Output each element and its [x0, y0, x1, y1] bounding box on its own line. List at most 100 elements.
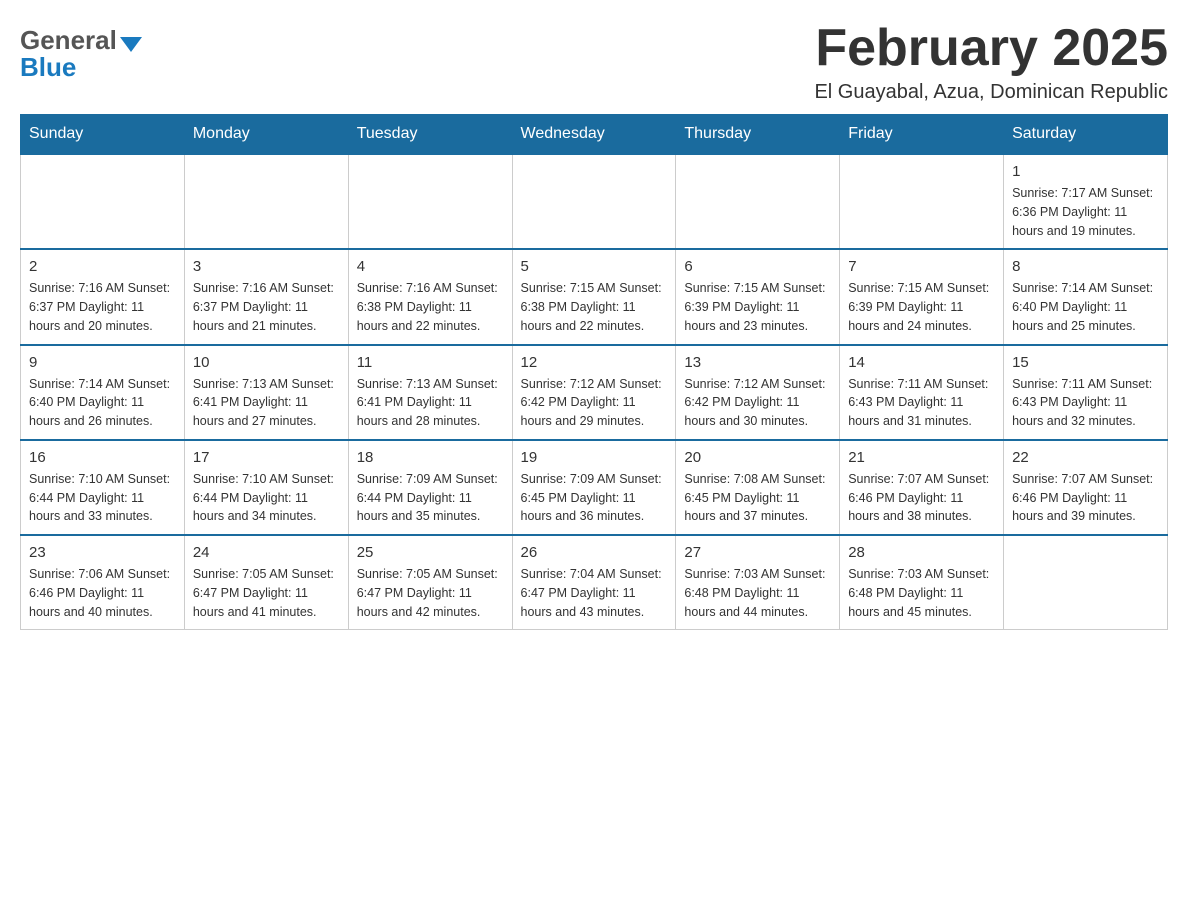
day-info: Sunrise: 7:07 AM Sunset: 6:46 PM Dayligh…	[848, 470, 995, 526]
day-info: Sunrise: 7:16 AM Sunset: 6:37 PM Dayligh…	[193, 279, 340, 335]
day-info: Sunrise: 7:12 AM Sunset: 6:42 PM Dayligh…	[684, 375, 831, 431]
weekday-header-thursday: Thursday	[676, 115, 840, 155]
day-number: 16	[29, 449, 176, 466]
weekday-header-row: SundayMondayTuesdayWednesdayThursdayFrid…	[21, 115, 1168, 155]
page-header: General Blue February 2025 El Guayabal, …	[20, 20, 1168, 104]
day-info: Sunrise: 7:16 AM Sunset: 6:37 PM Dayligh…	[29, 279, 176, 335]
day-number: 7	[848, 258, 995, 275]
calendar-week-4: 16 Sunrise: 7:10 AM Sunset: 6:44 PM Dayli…	[21, 440, 1168, 535]
day-number: 13	[684, 354, 831, 371]
calendar-cell	[512, 154, 676, 249]
title-section: February 2025 El Guayabal, Azua, Dominic…	[814, 20, 1168, 104]
day-number: 12	[521, 354, 668, 371]
day-info: Sunrise: 7:10 AM Sunset: 6:44 PM Dayligh…	[193, 470, 340, 526]
calendar-cell: 11 Sunrise: 7:13 AM Sunset: 6:41 PM Dayli…	[348, 345, 512, 440]
day-number: 1	[1012, 163, 1159, 180]
day-number: 6	[684, 258, 831, 275]
calendar-table: SundayMondayTuesdayWednesdayThursdayFrid…	[20, 114, 1168, 630]
weekday-header-saturday: Saturday	[1004, 115, 1168, 155]
weekday-header-wednesday: Wednesday	[512, 115, 676, 155]
day-number: 5	[521, 258, 668, 275]
logo-text-blue: Blue	[20, 52, 76, 83]
calendar-cell: 18Sunrise: 7:09 AM Sunset: 6:44 PM Dayli…	[348, 440, 512, 535]
day-number: 11	[357, 354, 504, 371]
day-number: 22	[1012, 449, 1159, 466]
calendar-cell: 23 Sunrise: 7:06 AM Sunset: 6:46 PM Dayli…	[21, 535, 185, 630]
day-info: Sunrise: 7:07 AM Sunset: 6:46 PM Dayligh…	[1012, 470, 1159, 526]
day-number: 28	[848, 544, 995, 561]
calendar-cell: 12 Sunrise: 7:12 AM Sunset: 6:42 PM Dayli…	[512, 345, 676, 440]
day-number: 23	[29, 544, 176, 561]
day-info: Sunrise: 7:13 AM Sunset: 6:41 PM Dayligh…	[193, 375, 340, 431]
day-number: 20	[684, 449, 831, 466]
weekday-header-friday: Friday	[840, 115, 1004, 155]
day-info: Sunrise: 7:17 AM Sunset: 6:36 PM Dayligh…	[1012, 184, 1159, 240]
calendar-cell: 28 Sunrise: 7:03 AM Sunset: 6:48 PM Dayli…	[840, 535, 1004, 630]
day-info: Sunrise: 7:11 AM Sunset: 6:43 PM Dayligh…	[848, 375, 995, 431]
day-info: Sunrise: 7:06 AM Sunset: 6:46 PM Dayligh…	[29, 565, 176, 621]
logo: General Blue	[20, 20, 142, 83]
day-number: 14	[848, 354, 995, 371]
calendar-week-2: 2 Sunrise: 7:16 AM Sunset: 6:37 PM Daylig…	[21, 249, 1168, 344]
day-number: 17	[193, 449, 340, 466]
calendar-cell: 17 Sunrise: 7:10 AM Sunset: 6:44 PM Dayli…	[184, 440, 348, 535]
day-info: Sunrise: 7:09 AM Sunset: 6:44 PM Dayligh…	[357, 470, 504, 526]
calendar-cell: 27 Sunrise: 7:03 AM Sunset: 6:48 PM Dayli…	[676, 535, 840, 630]
day-number: 3	[193, 258, 340, 275]
day-info: Sunrise: 7:16 AM Sunset: 6:38 PM Dayligh…	[357, 279, 504, 335]
calendar-cell: 2 Sunrise: 7:16 AM Sunset: 6:37 PM Daylig…	[21, 249, 185, 344]
day-number: 9	[29, 354, 176, 371]
calendar-cell: 7Sunrise: 7:15 AM Sunset: 6:39 PM Daylig…	[840, 249, 1004, 344]
calendar-cell: 9 Sunrise: 7:14 AM Sunset: 6:40 PM Daylig…	[21, 345, 185, 440]
calendar-week-5: 23 Sunrise: 7:06 AM Sunset: 6:46 PM Dayli…	[21, 535, 1168, 630]
day-number: 26	[521, 544, 668, 561]
weekday-header-monday: Monday	[184, 115, 348, 155]
day-number: 27	[684, 544, 831, 561]
calendar-cell: 26 Sunrise: 7:04 AM Sunset: 6:47 PM Dayli…	[512, 535, 676, 630]
calendar-cell: 14 Sunrise: 7:11 AM Sunset: 6:43 PM Dayli…	[840, 345, 1004, 440]
calendar-week-3: 9 Sunrise: 7:14 AM Sunset: 6:40 PM Daylig…	[21, 345, 1168, 440]
weekday-header-tuesday: Tuesday	[348, 115, 512, 155]
day-info: Sunrise: 7:13 AM Sunset: 6:41 PM Dayligh…	[357, 375, 504, 431]
day-info: Sunrise: 7:12 AM Sunset: 6:42 PM Dayligh…	[521, 375, 668, 431]
calendar-cell	[676, 154, 840, 249]
day-number: 8	[1012, 258, 1159, 275]
logo-triangle-icon	[120, 37, 142, 52]
day-info: Sunrise: 7:05 AM Sunset: 6:47 PM Dayligh…	[357, 565, 504, 621]
calendar-cell	[21, 154, 185, 249]
day-info: Sunrise: 7:14 AM Sunset: 6:40 PM Dayligh…	[1012, 279, 1159, 335]
day-number: 2	[29, 258, 176, 275]
day-info: Sunrise: 7:04 AM Sunset: 6:47 PM Dayligh…	[521, 565, 668, 621]
calendar-cell: 10 Sunrise: 7:13 AM Sunset: 6:41 PM Dayli…	[184, 345, 348, 440]
day-info: Sunrise: 7:05 AM Sunset: 6:47 PM Dayligh…	[193, 565, 340, 621]
calendar-cell: 15Sunrise: 7:11 AM Sunset: 6:43 PM Dayli…	[1004, 345, 1168, 440]
calendar-cell: 13 Sunrise: 7:12 AM Sunset: 6:42 PM Dayli…	[676, 345, 840, 440]
day-number: 15	[1012, 354, 1159, 371]
day-info: Sunrise: 7:15 AM Sunset: 6:38 PM Dayligh…	[521, 279, 668, 335]
day-number: 10	[193, 354, 340, 371]
day-info: Sunrise: 7:08 AM Sunset: 6:45 PM Dayligh…	[684, 470, 831, 526]
day-number: 25	[357, 544, 504, 561]
calendar-cell: 3 Sunrise: 7:16 AM Sunset: 6:37 PM Daylig…	[184, 249, 348, 344]
calendar-cell: 4 Sunrise: 7:16 AM Sunset: 6:38 PM Daylig…	[348, 249, 512, 344]
day-info: Sunrise: 7:03 AM Sunset: 6:48 PM Dayligh…	[848, 565, 995, 621]
day-number: 21	[848, 449, 995, 466]
calendar-cell: 5 Sunrise: 7:15 AM Sunset: 6:38 PM Daylig…	[512, 249, 676, 344]
calendar-cell: 16 Sunrise: 7:10 AM Sunset: 6:44 PM Dayli…	[21, 440, 185, 535]
calendar-cell: 24 Sunrise: 7:05 AM Sunset: 6:47 PM Dayli…	[184, 535, 348, 630]
calendar-cell: 8 Sunrise: 7:14 AM Sunset: 6:40 PM Daylig…	[1004, 249, 1168, 344]
calendar-cell: 20 Sunrise: 7:08 AM Sunset: 6:45 PM Dayli…	[676, 440, 840, 535]
calendar-week-1: 1 Sunrise: 7:17 AM Sunset: 6:36 PM Daylig…	[21, 154, 1168, 249]
day-info: Sunrise: 7:14 AM Sunset: 6:40 PM Dayligh…	[29, 375, 176, 431]
day-info: Sunrise: 7:10 AM Sunset: 6:44 PM Dayligh…	[29, 470, 176, 526]
month-title: February 2025	[814, 20, 1168, 77]
day-number: 19	[521, 449, 668, 466]
calendar-cell	[348, 154, 512, 249]
day-info: Sunrise: 7:03 AM Sunset: 6:48 PM Dayligh…	[684, 565, 831, 621]
calendar-cell	[1004, 535, 1168, 630]
day-number: 4	[357, 258, 504, 275]
calendar-cell: 25 Sunrise: 7:05 AM Sunset: 6:47 PM Dayli…	[348, 535, 512, 630]
calendar-cell: 1 Sunrise: 7:17 AM Sunset: 6:36 PM Daylig…	[1004, 154, 1168, 249]
calendar-cell: 22 Sunrise: 7:07 AM Sunset: 6:46 PM Dayli…	[1004, 440, 1168, 535]
day-number: 24	[193, 544, 340, 561]
